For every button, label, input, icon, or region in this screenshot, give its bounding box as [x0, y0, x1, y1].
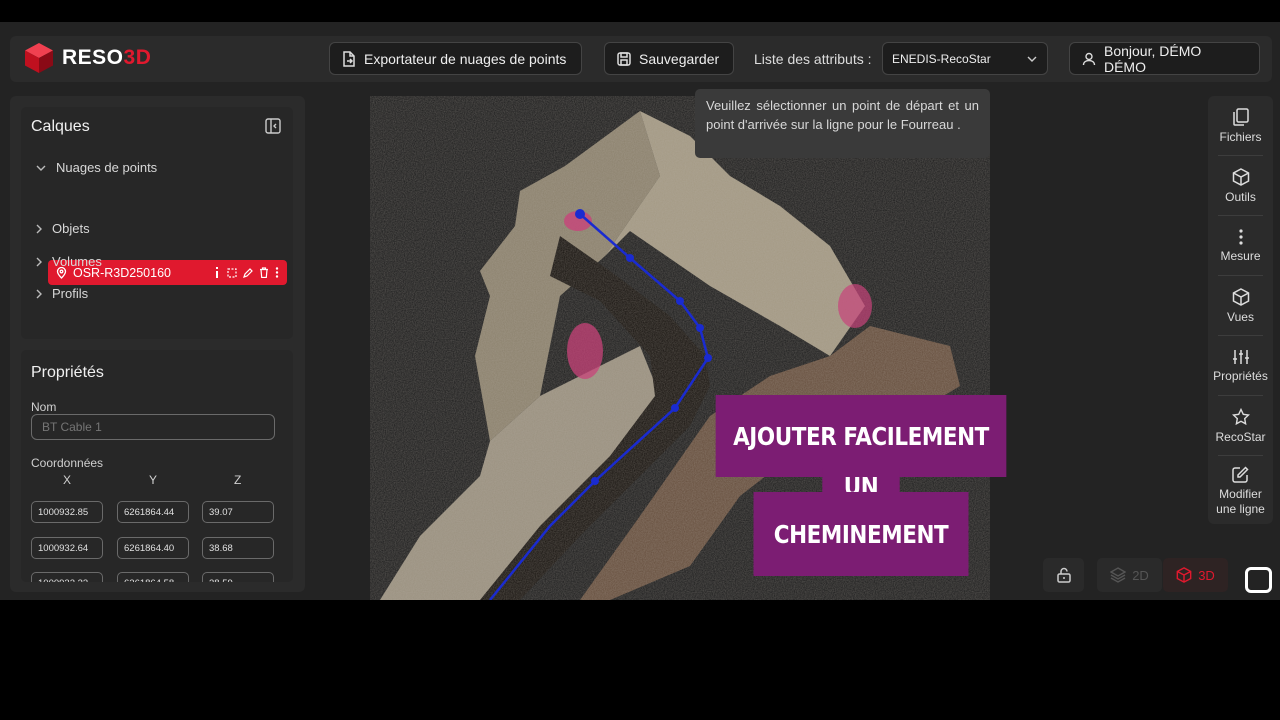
chevron-right-icon: [36, 224, 42, 233]
coord-y-field[interactable]: 6261864.44: [117, 501, 189, 523]
coord-z-field[interactable]: 38.68: [202, 537, 274, 559]
name-label: Nom: [31, 400, 57, 414]
edit-icon[interactable]: [243, 267, 253, 278]
user-icon: [1082, 52, 1096, 65]
cube-icon: [1232, 288, 1249, 306]
coord-x-field[interactable]: 1000932.64: [31, 537, 103, 559]
properties-tool-button[interactable]: Propriétés: [1208, 336, 1273, 396]
files-tool-button[interactable]: Fichiers: [1208, 96, 1273, 156]
app-window: RESO3D Exportateur de nuages de points S…: [0, 22, 1280, 600]
cube-logo-icon: [25, 43, 53, 73]
coordinates-label: Coordonnées: [31, 456, 104, 470]
trash-icon[interactable]: [259, 267, 269, 278]
layers-title: Calques: [31, 118, 90, 135]
edit-line-tool-button[interactable]: Modifier une ligne: [1208, 458, 1273, 524]
coord-y-field[interactable]: 6261864.40: [117, 537, 189, 559]
tools-tool-button[interactable]: Outils: [1208, 156, 1273, 216]
instruction-tooltip: Veuillez sélectionner un point de départ…: [695, 89, 990, 158]
promo-banner-line1: AJOUTER FACILEMENT: [715, 395, 1007, 477]
sliders-icon: [1232, 350, 1249, 364]
fullscreen-icon[interactable]: [1245, 567, 1272, 593]
tree-volumes[interactable]: Volumes: [36, 254, 102, 269]
properties-title: Propriétés: [31, 364, 104, 381]
left-sidebar: Calques Nuages de points OSR-R3D250160 O…: [10, 96, 305, 592]
coord-y-field[interactable]: 6261864.58: [117, 572, 189, 582]
files-icon: [1232, 108, 1249, 126]
user-menu-button[interactable]: Bonjour, DÉMO DÉMO: [1069, 42, 1260, 75]
tree-profiles[interactable]: Profils: [36, 286, 88, 301]
recostar-tool-button[interactable]: RecoStar: [1208, 396, 1273, 456]
name-input[interactable]: [31, 414, 275, 440]
info-icon[interactable]: [213, 267, 221, 278]
view-2d-button[interactable]: 2D: [1097, 558, 1162, 592]
properties-panel: Propriétés Nom Coordonnées X Y Z 1000932…: [21, 350, 293, 582]
more-vertical-icon: [1238, 229, 1243, 245]
unlock-icon: [1056, 567, 1071, 583]
lock-button[interactable]: [1043, 558, 1084, 592]
focus-icon[interactable]: [227, 267, 237, 278]
chevron-down-icon: [36, 165, 46, 171]
column-z-header: Z: [234, 473, 242, 487]
measure-tool-button[interactable]: Mesure: [1208, 216, 1273, 276]
column-x-header: X: [63, 473, 72, 487]
star-icon: [1231, 408, 1250, 426]
view-3d-button[interactable]: 3D: [1163, 558, 1228, 592]
chevron-down-icon: [1027, 56, 1037, 62]
layers-icon: [1110, 567, 1127, 583]
save-icon: [617, 51, 631, 66]
logo: RESO3D: [24, 42, 151, 74]
right-toolbar: Fichiers Outils Mesure Vues Propriétés R…: [1208, 96, 1273, 524]
promo-banner-line3: CHEMINEMENT: [753, 492, 969, 576]
export-point-cloud-button[interactable]: Exportateur de nuages de points: [329, 42, 582, 75]
coord-x-field[interactable]: 1000932.33: [31, 572, 103, 582]
tree-objects[interactable]: Objets: [36, 221, 90, 236]
logo-text: RESO3D: [62, 46, 152, 69]
column-y-header: Y: [149, 473, 158, 487]
coord-z-field[interactable]: 38.59: [202, 572, 274, 582]
tree-point-clouds[interactable]: Nuages de points: [36, 160, 157, 175]
chevron-right-icon: [36, 289, 42, 298]
attributes-select[interactable]: ENEDIS-RecoStar: [882, 42, 1048, 75]
more-vertical-icon[interactable]: [275, 267, 279, 278]
edit-icon: [1232, 465, 1249, 483]
collapse-panel-icon[interactable]: [265, 118, 281, 134]
coord-z-field[interactable]: 39.07: [202, 501, 274, 523]
cube-icon: [1232, 168, 1249, 186]
file-export-icon: [343, 50, 355, 67]
cube-icon: [1176, 567, 1192, 583]
coord-x-field[interactable]: 1000932.85: [31, 501, 103, 523]
views-tool-button[interactable]: Vues: [1208, 276, 1273, 336]
chevron-right-icon: [36, 257, 42, 266]
top-bar: RESO3D Exportateur de nuages de points S…: [10, 36, 1272, 82]
save-button[interactable]: Sauvegarder: [604, 42, 734, 75]
attributes-label: Liste des attributs :: [754, 51, 872, 67]
